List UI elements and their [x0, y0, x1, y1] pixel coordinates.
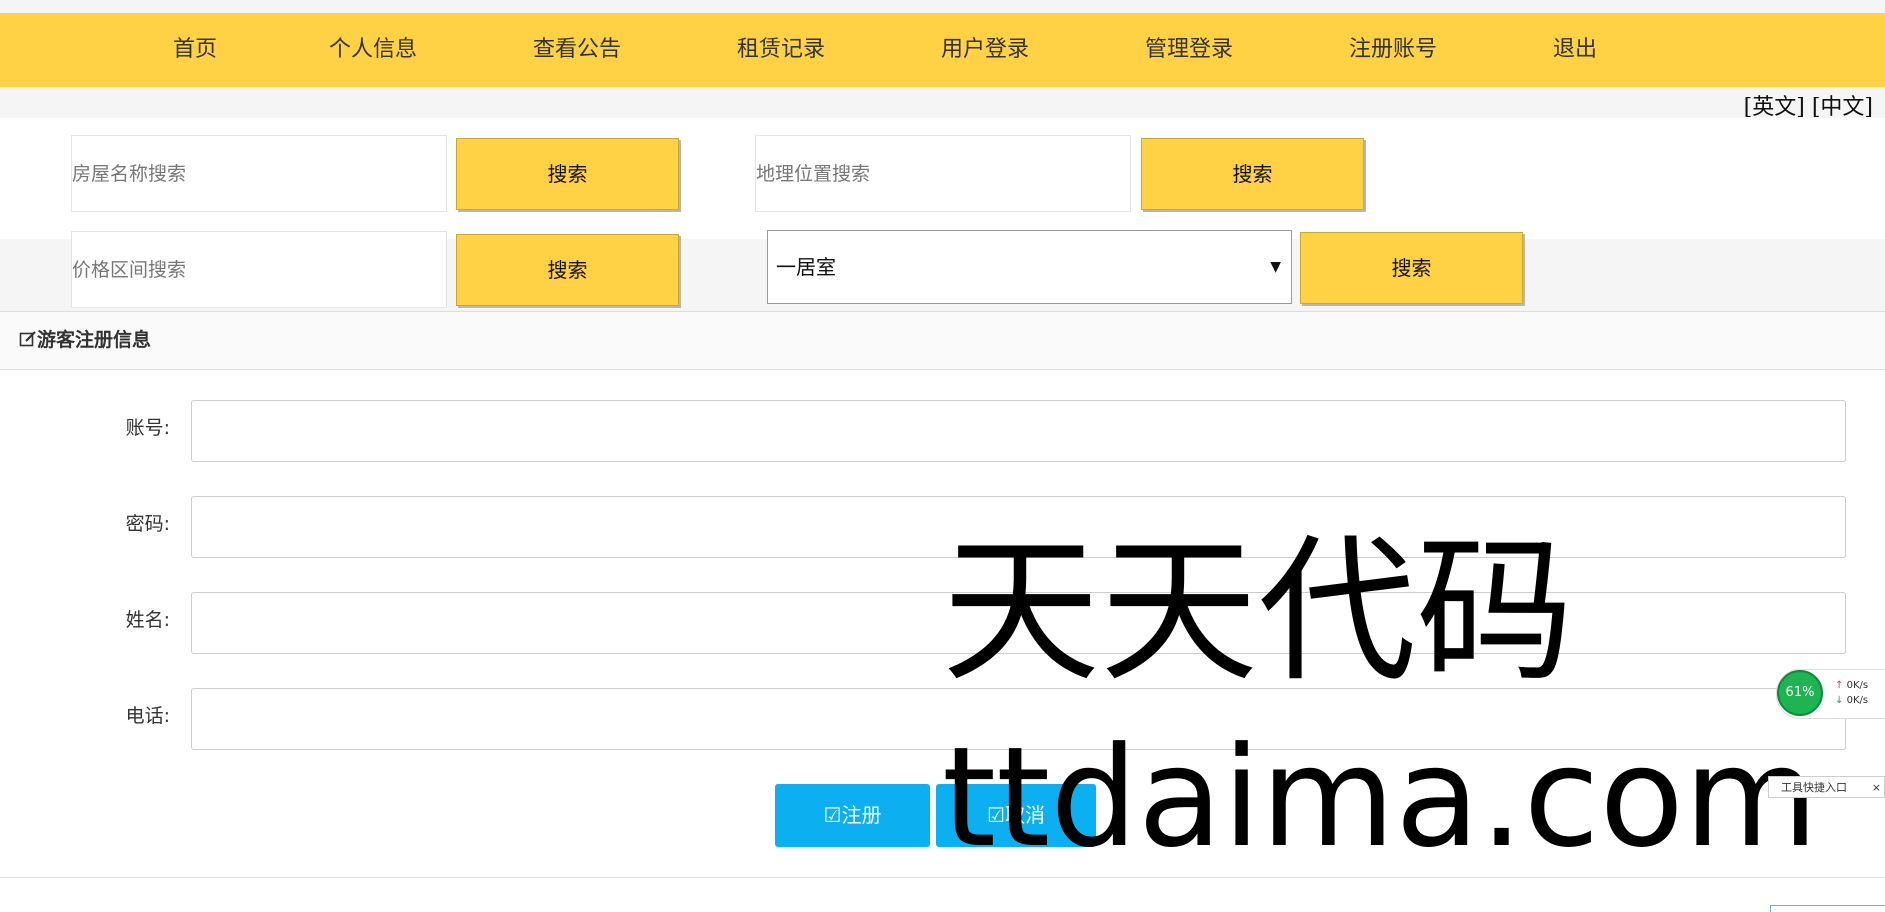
- phone-input[interactable]: [191, 688, 1846, 750]
- close-icon[interactable]: ×: [1872, 777, 1881, 799]
- nav-item-logout[interactable]: 退出: [1553, 13, 1597, 87]
- check-square-icon: ☑: [823, 803, 842, 827]
- tools-shortcut-tooltip[interactable]: 工具快捷入口 ×: [1768, 776, 1885, 798]
- upload-speed: ↑ 0K/s: [1835, 680, 1868, 691]
- password-input[interactable]: [191, 496, 1846, 558]
- top-navigation: 首页 个人信息 查看公告 租赁记录 用户登录 管理登录 注册账号 退出: [0, 13, 1885, 87]
- account-input[interactable]: [191, 400, 1846, 462]
- edit-icon: [19, 331, 36, 347]
- house-name-search-input[interactable]: [71, 135, 447, 212]
- tooltip-text: 工具快捷入口: [1781, 781, 1847, 794]
- nav-item-user-login[interactable]: 用户登录: [941, 13, 1029, 87]
- cpu-gauge: 61%: [1777, 670, 1823, 716]
- room-type-select[interactable]: 一居室 ▼: [767, 230, 1292, 304]
- register-button-label: 注册: [841, 803, 882, 827]
- panel-header: 游客注册信息: [0, 312, 1885, 370]
- download-speed-value: 0K/s: [1846, 695, 1869, 706]
- password-label: 密码:: [125, 513, 170, 535]
- nav-item-register[interactable]: 注册账号: [1349, 13, 1437, 87]
- lang-chinese-link[interactable]: [中文]: [1812, 95, 1873, 120]
- language-switcher: [英文] [中文]: [1744, 89, 1873, 121]
- room-type-selected-value: 一居室: [776, 255, 836, 279]
- name-input[interactable]: [191, 592, 1846, 654]
- nav-item-announcements[interactable]: 查看公告: [533, 13, 621, 87]
- price-range-search-input[interactable]: [71, 231, 447, 308]
- network-speed-widget[interactable]: 61% ↑ 0K/s ↓ 0K/s: [1776, 669, 1885, 719]
- panel-title: 游客注册信息: [19, 312, 151, 369]
- download-speed: ↓ 0K/s: [1835, 695, 1868, 706]
- nav-item-admin-login[interactable]: 管理登录: [1145, 13, 1233, 87]
- footer-divider: [0, 877, 1885, 878]
- arrow-down-icon: ↓: [1835, 695, 1844, 706]
- panel-title-text: 游客注册信息: [37, 329, 152, 351]
- room-type-search-button[interactable]: 搜索: [1300, 232, 1523, 304]
- register-button[interactable]: ☑注册: [775, 784, 930, 847]
- check-square-icon: ☑: [987, 803, 1005, 827]
- location-search-button[interactable]: 搜索: [1141, 138, 1364, 210]
- top-strip: [0, 0, 1885, 13]
- nav-item-profile[interactable]: 个人信息: [329, 13, 417, 87]
- nav-item-home[interactable]: 首页: [173, 13, 217, 87]
- lang-english-link[interactable]: [英文]: [1744, 95, 1805, 120]
- arrow-up-icon: ↑: [1835, 680, 1844, 691]
- name-label: 姓名:: [125, 609, 170, 631]
- house-name-search-button[interactable]: 搜索: [456, 138, 679, 210]
- account-label: 账号:: [125, 417, 170, 439]
- cancel-button[interactable]: ☑取消: [936, 784, 1096, 847]
- language-bar: [0, 87, 1885, 118]
- nav-item-rental-records[interactable]: 租赁记录: [737, 13, 825, 87]
- location-search-input[interactable]: [755, 135, 1131, 212]
- upload-speed-value: 0K/s: [1846, 680, 1869, 691]
- cancel-button-label: 取消: [1004, 803, 1045, 827]
- phone-label: 电话:: [125, 705, 170, 727]
- dropdown-arrow-icon: ▼: [1270, 259, 1281, 275]
- price-range-search-button[interactable]: 搜索: [456, 234, 679, 306]
